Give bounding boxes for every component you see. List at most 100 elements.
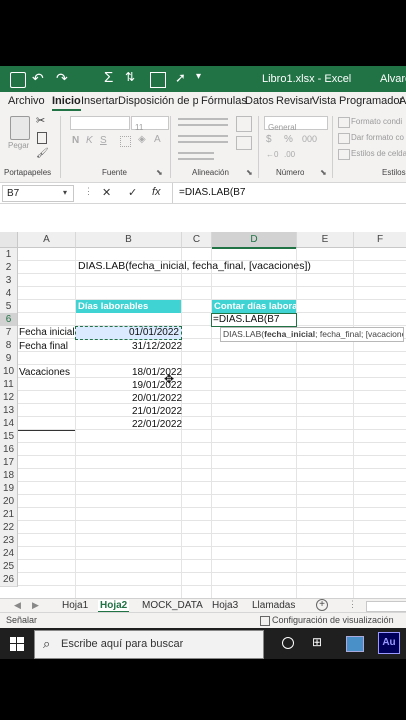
- borders-icon[interactable]: [120, 136, 131, 147]
- user-name[interactable]: Alvaro: [380, 73, 406, 85]
- value-b8[interactable]: 31/12/2022: [132, 340, 182, 353]
- sheet-tab-hoja3[interactable]: Hoja3: [212, 600, 238, 611]
- row-header-26[interactable]: 26: [0, 573, 18, 587]
- decrease-decimal-icon[interactable]: .00: [284, 150, 295, 159]
- tab-programador[interactable]: Programador: [339, 95, 403, 107]
- italic-icon[interactable]: K: [86, 135, 93, 146]
- display-settings-label[interactable]: Configuración de visualización: [272, 615, 394, 625]
- next-sheet-icon[interactable]: ▶: [32, 600, 39, 611]
- font-size-box[interactable]: 11: [131, 116, 169, 132]
- label-fecha-inicial[interactable]: Fecha inicial: [19, 326, 75, 339]
- row-header-6[interactable]: 6: [0, 313, 18, 327]
- sort-icon[interactable]: ⇅: [125, 70, 135, 84]
- holiday-2[interactable]: 19/01/2022: [132, 379, 182, 392]
- insert-function-button[interactable]: fx: [152, 186, 161, 198]
- redo-icon[interactable]: ↷: [56, 70, 68, 87]
- widgets-icon[interactable]: ⊞: [312, 635, 322, 649]
- form-icon[interactable]: [150, 72, 166, 88]
- tooltip-arg-current[interactable]: fecha_inicial: [264, 329, 315, 339]
- conditional-format-button[interactable]: Formato condi: [351, 117, 406, 126]
- row-header-10[interactable]: 10: [0, 365, 18, 379]
- underline-icon[interactable]: S: [100, 135, 107, 146]
- row-header-4[interactable]: 4: [0, 287, 18, 301]
- undo-icon[interactable]: ↶: [32, 70, 44, 87]
- increase-decimal-icon[interactable]: ←0: [266, 150, 278, 159]
- holiday-3[interactable]: 20/01/2022: [132, 392, 182, 405]
- tab-datos[interactable]: Datos: [245, 95, 274, 107]
- align-center-icon[interactable]: [178, 135, 228, 143]
- thousands-icon[interactable]: 000: [302, 134, 317, 144]
- row-header-14[interactable]: 14: [0, 417, 18, 431]
- row-header-19[interactable]: 19: [0, 482, 18, 496]
- cell-styles-icon[interactable]: [338, 149, 350, 160]
- paste-label[interactable]: Pegar: [8, 141, 29, 150]
- tab-insertar[interactable]: Insertar: [81, 95, 118, 107]
- format-painter-icon[interactable]: 🖌: [36, 148, 49, 159]
- holiday-1[interactable]: 18/01/2022: [132, 366, 182, 379]
- font-color-icon[interactable]: A: [154, 134, 161, 145]
- tab-disposicion[interactable]: Disposición de pág: [118, 95, 198, 107]
- row-header-3[interactable]: 3: [0, 274, 18, 288]
- tab-inicio[interactable]: Inicio: [52, 95, 81, 111]
- fill-color-icon[interactable]: ◈: [138, 134, 146, 145]
- align-dialog-launcher-icon[interactable]: ⬊: [246, 168, 253, 177]
- row-header-24[interactable]: 24: [0, 547, 18, 561]
- row-header-7[interactable]: 7: [0, 326, 18, 340]
- tab-archivo[interactable]: Archivo: [8, 95, 45, 107]
- tab-formulas[interactable]: Fórmulas: [201, 95, 247, 107]
- autosave-icon[interactable]: [10, 72, 26, 88]
- label-fecha-final[interactable]: Fecha final: [19, 340, 68, 353]
- holiday-5[interactable]: 22/01/2022: [132, 418, 182, 431]
- conditional-format-icon[interactable]: [338, 117, 350, 128]
- formula-input[interactable]: =DIAS.LAB(B7: [172, 183, 406, 203]
- percent-icon[interactable]: %: [284, 134, 293, 145]
- column-header-e[interactable]: E: [297, 232, 354, 248]
- windows-start-icon[interactable]: [10, 637, 24, 651]
- add-sheet-icon[interactable]: +: [316, 599, 328, 611]
- app-icon-window[interactable]: [346, 636, 364, 652]
- format-table-icon[interactable]: [338, 133, 350, 144]
- column-header-a[interactable]: A: [18, 232, 76, 248]
- currency-icon[interactable]: $: [266, 134, 272, 145]
- syntax-note[interactable]: DIAS.LAB(fecha_inicial, fecha_final, [va…: [78, 260, 311, 273]
- font-dialog-launcher-icon[interactable]: ⬊: [156, 168, 163, 177]
- name-box-dropdown-icon[interactable]: ▾: [63, 188, 67, 197]
- cut-icon[interactable]: ✂: [36, 114, 45, 127]
- row-header-16[interactable]: 16: [0, 443, 18, 457]
- bold-icon[interactable]: N: [72, 135, 79, 146]
- row-header-9[interactable]: 9: [0, 352, 18, 366]
- header-cell-d5[interactable]: Contar días laborabl: [212, 300, 296, 313]
- customize-qat-icon[interactable]: ▾: [196, 71, 201, 82]
- tab-vista[interactable]: Vista: [312, 95, 336, 107]
- column-header-d[interactable]: D: [212, 232, 297, 249]
- prev-sheet-icon[interactable]: ◀: [14, 600, 21, 611]
- wrap-text-icon[interactable]: [236, 116, 252, 132]
- row-header-17[interactable]: 17: [0, 456, 18, 470]
- editing-cell-d6[interactable]: =DIAS.LAB(B7: [211, 313, 297, 327]
- column-header-c[interactable]: C: [182, 232, 212, 248]
- column-header-b[interactable]: B: [76, 232, 182, 248]
- select-all-corner[interactable]: [0, 232, 18, 248]
- row-header-2[interactable]: 2: [0, 261, 18, 275]
- display-settings-icon[interactable]: [260, 616, 270, 626]
- task-view-icon[interactable]: [282, 637, 294, 649]
- sheet-options-icon[interactable]: ⋮: [348, 599, 357, 610]
- row-header-22[interactable]: 22: [0, 521, 18, 535]
- row-header-18[interactable]: 18: [0, 469, 18, 483]
- cursor-icon[interactable]: ➚: [175, 70, 186, 86]
- enter-button[interactable]: ✓: [128, 186, 137, 199]
- spreadsheet-grid[interactable]: A B C D E F 1 2 3 4 5 6 7 8 9 10 11 12 13 14 15 16 17 18 1…: [0, 232, 406, 598]
- audition-app-icon[interactable]: Au: [378, 632, 400, 654]
- indent-icon[interactable]: [178, 152, 214, 160]
- row-header-21[interactable]: 21: [0, 508, 18, 522]
- header-cell-b5[interactable]: Días laborables: [76, 300, 181, 313]
- tab-revisar[interactable]: Revisar: [276, 95, 313, 107]
- align-top-icon[interactable]: [178, 118, 228, 126]
- row-header-11[interactable]: 11: [0, 378, 18, 392]
- sheet-tab-mock-data[interactable]: MOCK_DATA: [142, 600, 203, 611]
- font-name-box[interactable]: [70, 116, 130, 130]
- row-header-15[interactable]: 15: [0, 430, 18, 444]
- row-header-12[interactable]: 12: [0, 391, 18, 405]
- row-header-13[interactable]: 13: [0, 404, 18, 418]
- row-header-1[interactable]: 1: [0, 248, 18, 262]
